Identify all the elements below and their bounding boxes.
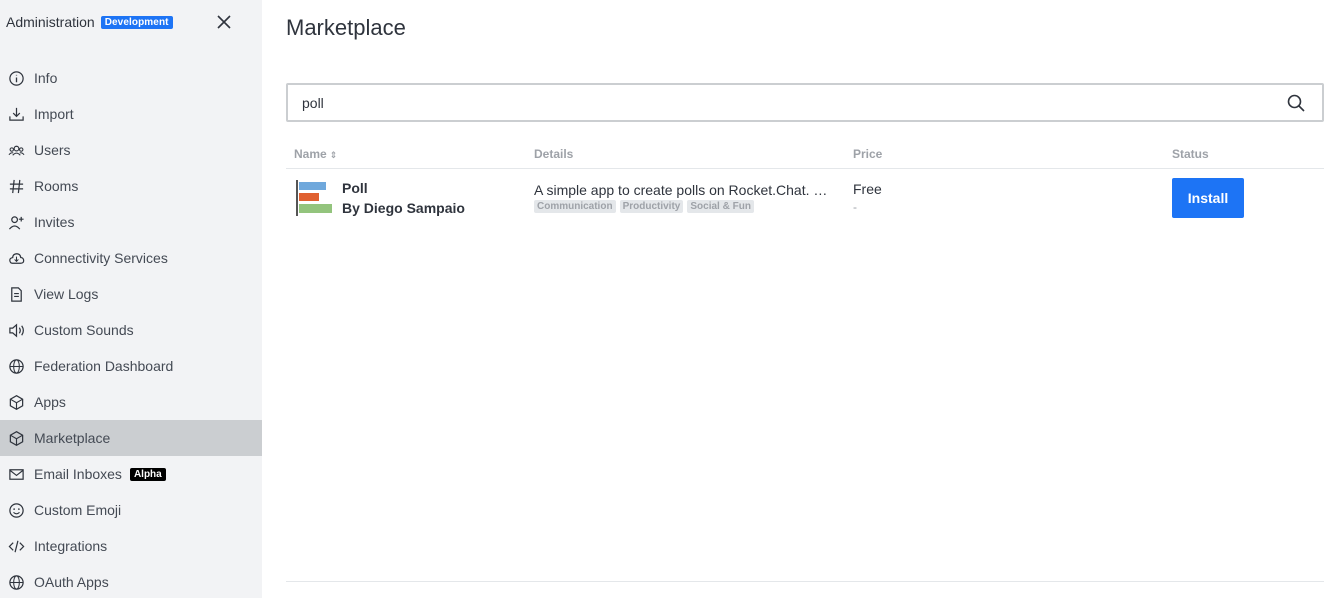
sidebar-item-label: Marketplace <box>34 430 111 446</box>
sidebar-item-label: Apps <box>34 394 66 410</box>
app-tags: Communication Productivity Social & Fun <box>534 200 754 213</box>
install-button[interactable]: Install <box>1172 178 1244 218</box>
table-row[interactable]: Poll By Diego Sampaio A simple app to cr… <box>286 169 1324 227</box>
sidebar-item-label: Federation Dashboard <box>34 358 174 374</box>
sort-icon[interactable]: ⇕ <box>330 150 338 160</box>
sidebar-item-label: Custom Emoji <box>34 502 122 518</box>
sidebar-item-label: Connectivity Services <box>34 250 168 266</box>
app-root: Administration Development Info Import Use… <box>0 0 1334 598</box>
column-header-name[interactable]: Name ⇕ <box>294 147 337 161</box>
table-header: Name ⇕ Details Price Status <box>286 140 1324 169</box>
sidebar-item-label: Custom Sounds <box>34 322 134 338</box>
sidebar-item-users[interactable]: Users <box>0 132 262 168</box>
sidebar-item-view-logs[interactable]: View Logs <box>0 276 262 312</box>
sidebar-item-label: View Logs <box>34 286 99 302</box>
user-plus-icon <box>7 213 25 231</box>
sidebar-item-label: Rooms <box>34 178 79 194</box>
sidebar-header: Administration Development <box>0 0 262 44</box>
globe-icon <box>7 573 25 591</box>
sidebar-item-label: Info <box>34 70 58 86</box>
sound-icon <box>7 321 25 339</box>
sidebar-title: Administration <box>6 14 95 30</box>
main-content: Marketplace Name⇕ Details Price Status <box>262 0 1334 598</box>
search-input[interactable] <box>288 85 1286 120</box>
search-icon[interactable] <box>1286 93 1306 113</box>
sidebar-item-rooms[interactable]: Rooms <box>0 168 262 204</box>
column-header-status: Status <box>1172 147 1209 161</box>
sidebar-item-email-inboxes[interactable]: Email Inboxes Alpha <box>0 456 262 492</box>
app-author: By Diego Sampaio <box>342 200 465 216</box>
sidebar-item-integrations[interactable]: Integrations <box>0 528 262 564</box>
sidebar-item-marketplace[interactable]: Marketplace <box>0 420 262 456</box>
emoji-icon <box>7 501 25 519</box>
column-name-label: Name <box>294 147 327 161</box>
table-footer-divider <box>286 581 1324 582</box>
sidebar-item-custom-emoji[interactable]: Custom Emoji <box>0 492 262 528</box>
globe-icon <box>7 357 25 375</box>
poll-app-icon <box>296 180 332 216</box>
app-description: A simple app to create polls on Rocket.C… <box>534 182 832 198</box>
tag-communication: Communication <box>534 200 616 213</box>
sidebar-item-info[interactable]: Info <box>0 60 262 96</box>
sidebar-item-import[interactable]: Import <box>0 96 262 132</box>
alpha-badge: Alpha <box>129 467 166 481</box>
sidebar-item-apps[interactable]: Apps <box>0 384 262 420</box>
code-icon <box>7 537 25 555</box>
import-icon <box>7 105 25 123</box>
cube-icon <box>7 393 25 411</box>
cloud-icon <box>7 249 25 267</box>
page-title: Marketplace <box>286 15 406 40</box>
sidebar-item-federation-dashboard[interactable]: Federation Dashboard <box>0 348 262 384</box>
search-box <box>286 83 1324 122</box>
column-header-details: Details <box>534 147 574 161</box>
sidebar-item-label: Users <box>34 142 71 158</box>
app-price-detail: - <box>853 200 857 214</box>
sidebar-item-oauth-apps[interactable]: OAuth Apps <box>0 564 262 598</box>
close-icon[interactable] <box>214 12 234 32</box>
app-price: Free <box>853 181 882 197</box>
tag-social-fun: Social & Fun <box>687 200 754 213</box>
mail-icon <box>7 465 25 483</box>
environment-badge: Development <box>100 15 173 29</box>
sidebar-item-invites[interactable]: Invites <box>0 204 262 240</box>
sidebar-item-label: Invites <box>34 214 75 230</box>
app-name: Poll <box>342 180 368 196</box>
users-icon <box>7 141 25 159</box>
sidebar-item-label: OAuth Apps <box>34 574 109 590</box>
cube-icon <box>7 429 25 447</box>
sidebar-item-connectivity-services[interactable]: Connectivity Services <box>0 240 262 276</box>
sidebar-item-label: Import <box>34 106 74 122</box>
sidebar-item-label: Integrations <box>34 538 108 554</box>
sidebar-nav: Info Import Users Rooms Invites Connectivity … <box>0 60 262 598</box>
info-icon <box>7 69 25 87</box>
hash-icon <box>7 177 25 195</box>
apps-table: Name ⇕ Details Price Status Poll By Diego… <box>286 140 1324 227</box>
tag-productivity: Productivity <box>619 200 684 213</box>
column-header-price: Price <box>853 147 883 161</box>
admin-sidebar: Administration Development Info Import Use… <box>0 0 262 598</box>
document-icon <box>7 285 25 303</box>
sidebar-item-label: Email Inboxes <box>34 466 122 482</box>
sidebar-item-custom-sounds[interactable]: Custom Sounds <box>0 312 262 348</box>
